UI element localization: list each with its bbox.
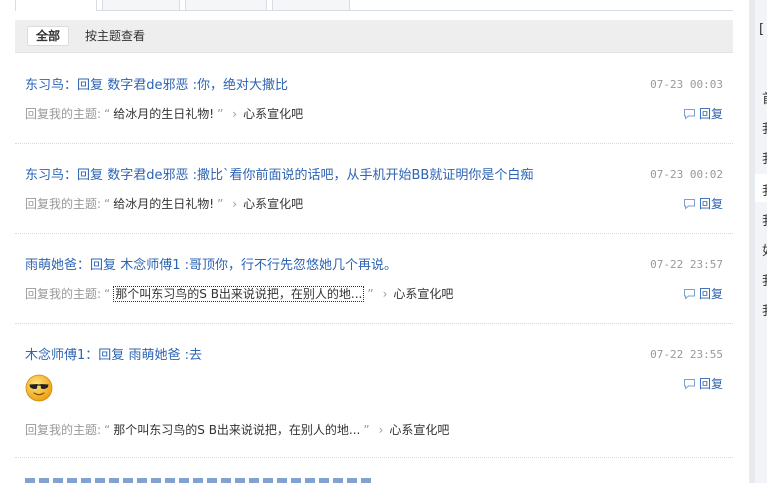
source-prefix: 回复我的主题: (25, 423, 102, 437)
sidebar-char[interactable]: 我 (762, 300, 767, 319)
forum-link[interactable]: 心系宣化吧 (243, 107, 303, 121)
tab-strip (15, 0, 733, 11)
list-item: 木念师傅1：回复 雨萌她爸 :去 07-22 23:55 回复 回复我的主题: “… (15, 324, 733, 458)
list-item: 雨萌她爸：回复 木念师傅1 :哥顶你，行不行先忽悠她几个再说。 07-22 23… (15, 234, 733, 324)
reply-word: 回复 (77, 78, 104, 93)
reply-label: 回复 (698, 287, 723, 301)
sidebar-char[interactable]: 如 (762, 240, 767, 259)
tab-1[interactable] (15, 0, 97, 11)
user-link[interactable]: 木念师傅1 (25, 348, 85, 363)
reply-button[interactable]: 回复 (683, 285, 723, 302)
source-prefix: 回复我的主题: (25, 107, 102, 121)
timestamp: 07-23 00:02 (650, 168, 723, 181)
tab-3[interactable] (185, 0, 267, 10)
target-user-link[interactable]: 数字君de邪恶 (107, 168, 188, 183)
chevron-right-icon: › (232, 107, 238, 121)
reply-label: 回复 (698, 197, 723, 211)
topic-link[interactable]: 给冰月的生日礼物! (113, 107, 214, 121)
sidebar-char[interactable]: 我 (762, 148, 767, 167)
filter-by-topic-button[interactable]: 按主题查看 (77, 26, 153, 46)
chevron-right-icon: › (378, 423, 384, 437)
sidebar-char: [ (759, 22, 765, 37)
forum-link[interactable]: 心系宣化吧 (243, 197, 303, 211)
topic-link[interactable]: 那个叫东习鸟的S B出来说说把，在别人的地... (113, 286, 365, 302)
target-user-link[interactable]: 木念师傅1 (120, 258, 180, 273)
reply-line: 东习鸟：回复 数字君de邪恶 :你，绝对大撒比 (25, 78, 288, 93)
sidebar-char[interactable]: 首 (762, 88, 767, 107)
reply-button[interactable]: 回复 (683, 375, 723, 392)
user-link[interactable]: 雨萌她爸 (25, 258, 77, 273)
source-line: 回复我的主题: “那个叫东习鸟的S B出来说说把，在别人的地...” › 心系宣化吧 (25, 286, 454, 302)
source-line: 回复我的主题: “给冰月的生日礼物!” › 心系宣化吧 (25, 197, 304, 211)
sidebar-char[interactable]: 我 (762, 270, 767, 289)
topic-link[interactable]: 那个叫东习鸟的S B出来说说把，在别人的地... (113, 423, 360, 437)
forum-link[interactable]: 心系宣化吧 (389, 423, 449, 437)
sidebar-char[interactable]: 我 (762, 118, 767, 137)
source-prefix: 回复我的主题: (25, 197, 102, 211)
forum-link[interactable]: 心系宣化吧 (393, 287, 453, 301)
right-sidebar: [ 首 我 我 我 我 如 我 我 (749, 0, 767, 483)
target-user-link[interactable]: 雨萌她爸 (128, 348, 180, 363)
filter-all-button[interactable]: 全部 (27, 26, 70, 46)
list-item-partial (25, 478, 375, 483)
reply-line: 雨萌她爸：回复 木念师傅1 :哥顶你，行不行先忽悠她几个再说。 (25, 258, 398, 273)
reply-label: 回复 (698, 377, 723, 391)
reply-line: 木念师傅1：回复 雨萌她爸 :去 (25, 348, 203, 363)
source-line: 回复我的主题: “那个叫东习鸟的S B出来说说把，在别人的地...” › 心系宣化吧 (25, 423, 450, 437)
list-item: 东习鸟：回复 数字君de邪恶 :你，绝对大撒比 07-23 00:03 回复我的… (15, 60, 733, 144)
reply-content[interactable]: 撒比`看你前面说的话吧，从手机开始BB就证明你是个白痴 (197, 168, 533, 183)
sunglasses-smiley-icon (25, 374, 53, 402)
comment-icon (683, 109, 695, 120)
timestamp: 07-22 23:55 (650, 348, 723, 361)
reply-label: 回复 (698, 107, 723, 121)
chevron-right-icon: › (232, 197, 238, 211)
target-user-link[interactable]: 数字君de邪恶 (107, 78, 188, 93)
comment-icon (683, 379, 695, 390)
reply-word: 回复 (90, 258, 117, 273)
user-link[interactable]: 东习鸟 (25, 78, 64, 93)
list-item: 东习鸟：回复 数字君de邪恶 :撒比`看你前面说的话吧，从手机开始BB就证明你是… (15, 144, 733, 234)
chevron-right-icon: › (382, 287, 388, 301)
tab-4[interactable] (272, 0, 350, 10)
sidebar-char[interactable]: 我 (762, 180, 767, 199)
comment-icon (683, 199, 695, 210)
comment-icon (683, 289, 695, 300)
reply-word: 回复 (98, 348, 125, 363)
sidebar-char[interactable]: 我 (762, 210, 767, 229)
reply-content[interactable]: 哥顶你，行不行先忽悠她几个再说。 (189, 258, 397, 273)
filter-bar: 全部 按主题查看 (15, 20, 733, 53)
timestamp: 07-23 00:03 (650, 78, 723, 91)
tab-2[interactable] (102, 0, 180, 10)
reply-content[interactable]: 你，绝对大撒比 (197, 78, 288, 93)
divider (15, 457, 733, 458)
reply-content[interactable]: 去 (189, 348, 202, 363)
timestamp: 07-22 23:57 (650, 258, 723, 271)
user-link[interactable]: 东习鸟 (25, 168, 64, 183)
reply-line: 东习鸟：回复 数字君de邪恶 :撒比`看你前面说的话吧，从手机开始BB就证明你是… (25, 168, 534, 183)
source-prefix: 回复我的主题: (25, 287, 102, 301)
reply-word: 回复 (77, 168, 104, 183)
topic-link[interactable]: 给冰月的生日礼物! (113, 197, 214, 211)
reply-button[interactable]: 回复 (683, 105, 723, 122)
reply-button[interactable]: 回复 (683, 195, 723, 212)
source-line: 回复我的主题: “给冰月的生日礼物!” › 心系宣化吧 (25, 107, 304, 121)
